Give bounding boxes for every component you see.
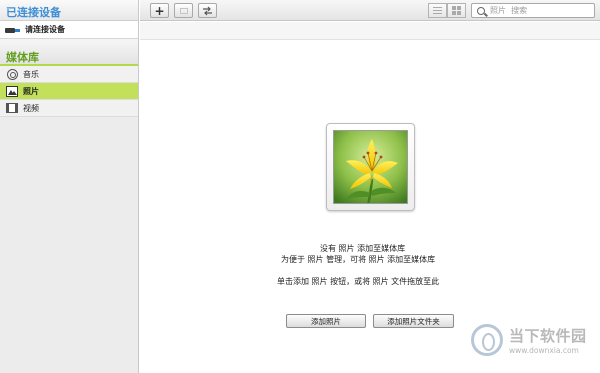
watermark-logo-icon	[471, 324, 503, 356]
watermark: 当下软件园 www.downxia.com	[471, 322, 597, 362]
usb-cable-icon	[5, 26, 21, 34]
sidebar-item-videos[interactable]: 视频	[0, 100, 138, 117]
sidebar-item-photos[interactable]: 照片	[0, 83, 138, 100]
list-view-icon	[433, 7, 442, 14]
sidebar-item-label: 视频	[23, 103, 39, 113]
lily-flower-image	[333, 130, 408, 204]
content-header-strip	[140, 22, 600, 40]
transfer-icon	[203, 6, 212, 15]
add-photos-button[interactable]: 添加照片	[286, 314, 366, 328]
sidebar-item-label: 照片	[23, 86, 39, 96]
sidebar-item-label: 音乐	[23, 69, 39, 79]
list-view-button[interactable]	[428, 3, 447, 18]
sidebar: 已连接设备 请连接设备 媒体库 音乐 照片 视频	[0, 0, 139, 373]
main-content: 没有 照片 添加至媒体库 为便于 照片 管理，可将 照片 添加至媒体库 单击添加…	[140, 22, 600, 373]
connected-devices-header: 已连接设备	[0, 0, 138, 21]
search-box[interactable]	[471, 3, 595, 18]
watermark-url: www.downxia.com	[509, 346, 579, 355]
empty-message-title: 没有 照片 添加至媒体库	[320, 244, 406, 253]
video-icon	[6, 102, 18, 114]
grid-view-icon	[452, 6, 461, 15]
search-input[interactable]	[490, 4, 585, 17]
add-photo-folder-button[interactable]: 添加照片文件夹	[373, 314, 454, 328]
photo-icon	[6, 85, 18, 97]
device-item[interactable]: 请连接设备	[0, 21, 138, 39]
remove-button[interactable]	[174, 3, 193, 18]
sync-button[interactable]	[198, 3, 217, 18]
remove-icon	[179, 7, 188, 14]
sidebar-item-music[interactable]: 音乐	[0, 66, 138, 83]
search-icon	[477, 6, 485, 15]
media-library-header: 媒体库	[0, 44, 138, 66]
add-button[interactable]: +	[150, 3, 169, 18]
empty-message-instructions: 单击添加 照片 按钮，或将 照片 文件拖放至此	[277, 277, 440, 286]
music-icon	[6, 68, 18, 80]
watermark-title: 当下软件园	[509, 327, 587, 345]
device-label: 请连接设备	[25, 25, 65, 34]
empty-message-hint: 为便于 照片 管理，可将 照片 添加至媒体库	[281, 255, 436, 264]
toolbar: +	[140, 0, 600, 21]
grid-view-button[interactable]	[447, 3, 466, 18]
empty-library-thumbnail	[326, 123, 415, 211]
